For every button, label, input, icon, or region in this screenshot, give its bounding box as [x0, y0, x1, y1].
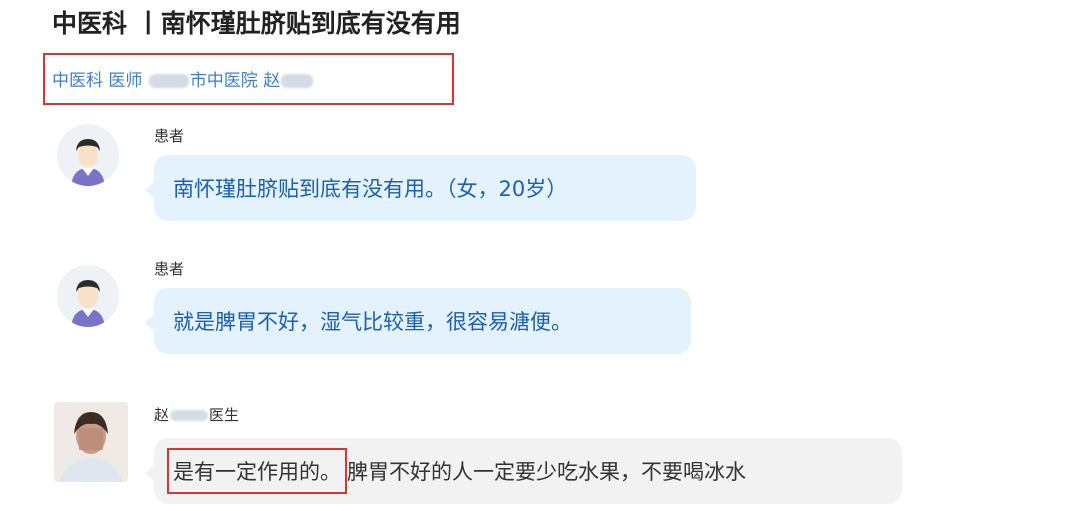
doctor-name-suffix: 医生 — [209, 406, 240, 424]
patient-icon — [57, 265, 119, 327]
patient-avatar — [57, 265, 119, 327]
message-bubble: 南怀瑾肚脐贴到底有没有用。（女，20岁） — [145, 155, 696, 221]
sender-name: 患者 — [154, 260, 185, 278]
message-bubble: 是有一定作用的。 脾胃不好的人一定要少吃水果，不要喝冰水 — [145, 438, 902, 504]
redacted-region — [170, 410, 209, 421]
hospital-label: 市中医院 赵 — [189, 71, 281, 91]
message-bubble: 就是脾胃不好，湿气比较重，很容易溏便。 — [145, 288, 691, 354]
message-text: 南怀瑾肚脐贴到底有没有用。（女，20岁） — [173, 177, 568, 201]
message-text: 脾胃不好的人一定要少吃水果，不要喝冰水 — [347, 460, 746, 484]
patient-avatar — [57, 124, 119, 186]
redacted-region — [148, 74, 189, 88]
sender-name: 患者 — [154, 127, 185, 145]
doctor-name-prefix: 赵 — [154, 406, 170, 424]
doctor-avatar — [54, 402, 128, 482]
doctor-info[interactable]: 中医科 医师 市中医院 赵 — [52, 66, 314, 91]
message-text: 就是脾胃不好，湿气比较重，很容易溏便。 — [173, 310, 572, 334]
patient-icon — [57, 124, 119, 186]
department-label: 中医科 医师 — [52, 71, 143, 91]
redacted-region — [281, 74, 314, 88]
highlighted-text: 是有一定作用的。 — [167, 448, 347, 494]
page-title: 中医科 丨南怀瑾肚脐贴到底有没有用 — [52, 9, 461, 38]
sender-name: 赵 医生 — [154, 404, 239, 425]
doctor-photo-icon — [54, 402, 128, 482]
